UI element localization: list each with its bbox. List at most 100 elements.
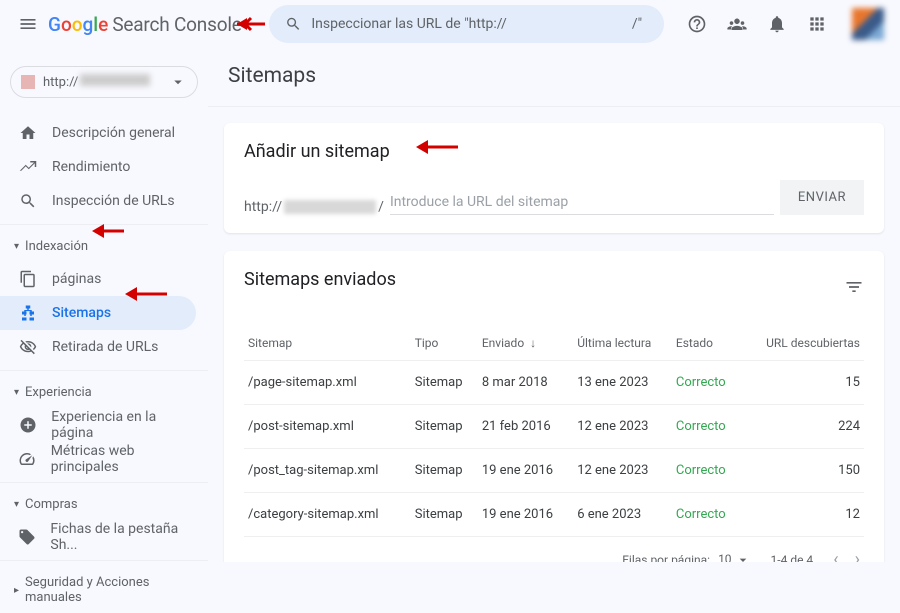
sitemap-url-input[interactable] (390, 190, 774, 215)
sidebar-section-security[interactable]: ▸Seguridad y Acciones manuales (0, 567, 208, 613)
home-icon (19, 124, 37, 142)
search-icon (19, 192, 37, 210)
prev-page-button[interactable]: ‹ (833, 549, 838, 562)
sidebar-item-label: Sitemaps (52, 305, 111, 321)
table-row[interactable]: /page-sitemap.xml Sitemap 8 mar 2018 13 … (244, 361, 864, 405)
sidebar-item-overview[interactable]: Descripción general (0, 116, 196, 150)
chevron-down-icon (169, 73, 187, 91)
sidebar-item-label: páginas (52, 271, 101, 287)
col-submitted[interactable]: Enviado ↓ (478, 326, 573, 361)
cell-sitemap: /post-sitemap.xml (244, 405, 411, 449)
add-sitemap-card: Añadir un sitemap http:/// ENVIAR (224, 123, 884, 233)
trend-icon (19, 158, 37, 176)
caret-down-icon: ▾ (14, 387, 19, 398)
pages-icon (19, 270, 37, 288)
cell-sitemap: /page-sitemap.xml (244, 361, 411, 405)
circle-plus-icon (19, 416, 37, 434)
sidebar-section-experience[interactable]: ▾Experiencia (0, 377, 208, 408)
caret-down-icon: ▾ (14, 241, 19, 252)
sitemap-url-prefix: http:/// (244, 199, 384, 215)
cell-sitemap: /post_tag-sitemap.xml (244, 449, 411, 493)
table-row[interactable]: /post-sitemap.xml Sitemap 21 feb 2016 12… (244, 405, 864, 449)
cell-last-read: 6 ene 2023 (573, 493, 672, 537)
speed-icon (18, 450, 36, 468)
url-inspect-input[interactable] (311, 16, 647, 32)
cell-urls: 12 (741, 493, 864, 537)
sidebar-item-shopping-tabs[interactable]: Fichas de la pestaña Sh... (0, 520, 196, 554)
sidebar-item-sitemaps[interactable]: Sitemaps (0, 296, 196, 330)
page-range: 1-4 de 4 (771, 553, 814, 563)
cell-submitted: 8 mar 2018 (478, 361, 573, 405)
sort-desc-icon: ↓ (530, 336, 536, 350)
cell-last-read: 12 ene 2023 (573, 449, 672, 493)
sidebar-item-pages[interactable]: páginas (0, 262, 196, 296)
favicon-icon (21, 75, 35, 89)
sidebar-item-label: Fichas de la pestaña Sh... (50, 521, 196, 553)
cell-urls: 224 (741, 405, 864, 449)
cell-status: Correcto (672, 361, 742, 405)
sidebar-item-label: Retirada de URLs (52, 339, 158, 355)
add-sitemap-title: Añadir un sitemap (244, 141, 864, 162)
submitted-sitemaps-title: Sitemaps enviados (244, 269, 396, 290)
col-urls[interactable]: URL descubiertas (741, 326, 864, 361)
url-inspect-searchbar[interactable] (269, 5, 664, 43)
groups-icon[interactable] (726, 13, 748, 35)
notifications-icon[interactable] (766, 13, 788, 35)
submit-sitemap-button[interactable]: ENVIAR (780, 180, 864, 215)
visibility-off-icon (19, 338, 37, 356)
sidebar-item-removals[interactable]: Retirada de URLs (0, 330, 196, 364)
sidebar-item-url-inspection[interactable]: Inspección de URLs (0, 184, 196, 218)
cell-urls: 150 (741, 449, 864, 493)
rows-per-page-label: Filas por página: (622, 553, 710, 563)
cell-type: Sitemap (411, 405, 478, 449)
sidebar-item-label: Experiencia en la página (51, 409, 196, 441)
sidebar-item-label: Inspección de URLs (52, 193, 175, 209)
sidebar-item-core-web-vitals[interactable]: Métricas web principales (0, 442, 196, 476)
apps-grid-icon[interactable] (806, 13, 828, 35)
help-icon[interactable] (686, 13, 708, 35)
cell-status: Correcto (672, 449, 742, 493)
submitted-sitemaps-card: Sitemaps enviados Sitemap Tipo Enviado ↓… (224, 251, 884, 562)
rows-per-page-value[interactable]: 10 (718, 552, 750, 563)
table-row[interactable]: /category-sitemap.xml Sitemap 19 ene 201… (244, 493, 864, 537)
cell-status: Correcto (672, 493, 742, 537)
sidebar-item-label: Métricas web principales (51, 443, 196, 475)
tag-icon (18, 528, 36, 546)
caret-right-icon: ▸ (14, 585, 19, 596)
col-last-read[interactable]: Última lectura (573, 326, 672, 361)
filter-icon[interactable] (844, 277, 864, 301)
cell-urls: 15 (741, 361, 864, 405)
col-status[interactable]: Estado (672, 326, 742, 361)
sidebar: http:// Descripción general Rendimiento … (0, 48, 208, 562)
table-row[interactable]: /post_tag-sitemap.xml Sitemap 19 ene 201… (244, 449, 864, 493)
page-title: Sitemaps (228, 64, 884, 88)
search-icon (285, 15, 302, 33)
cell-type: Sitemap (411, 361, 478, 405)
cell-last-read: 13 ene 2023 (573, 361, 672, 405)
sidebar-section-shopping[interactable]: ▾Compras (0, 489, 208, 520)
sidebar-item-page-experience[interactable]: Experiencia en la página (0, 408, 196, 442)
caret-down-icon: ▾ (14, 499, 19, 510)
cell-submitted: 21 feb 2016 (478, 405, 573, 449)
cell-submitted: 19 ene 2016 (478, 449, 573, 493)
cell-submitted: 19 ene 2016 (478, 493, 573, 537)
next-page-button[interactable]: › (855, 549, 860, 562)
account-avatar[interactable] (852, 8, 884, 40)
col-sitemap[interactable]: Sitemap (244, 326, 411, 361)
sidebar-item-label: Descripción general (52, 125, 175, 141)
main-content: Sitemaps Añadir un sitemap http:/// ENVI… (208, 48, 900, 562)
gsc-logo: Google Search Console (48, 13, 242, 36)
cell-last-read: 12 ene 2023 (573, 405, 672, 449)
cell-status: Correcto (672, 405, 742, 449)
sitemap-icon (19, 304, 37, 322)
property-selector[interactable]: http:// (10, 66, 198, 98)
sidebar-item-label: Rendimiento (52, 159, 130, 175)
cell-type: Sitemap (411, 493, 478, 537)
sidebar-item-performance[interactable]: Rendimiento (0, 150, 196, 184)
menu-button[interactable] (8, 4, 48, 44)
sidebar-section-indexing[interactable]: ▾Indexación (0, 231, 208, 262)
cell-sitemap: /category-sitemap.xml (244, 493, 411, 537)
col-type[interactable]: Tipo (411, 326, 478, 361)
cell-type: Sitemap (411, 449, 478, 493)
chevron-down-icon (735, 552, 751, 563)
